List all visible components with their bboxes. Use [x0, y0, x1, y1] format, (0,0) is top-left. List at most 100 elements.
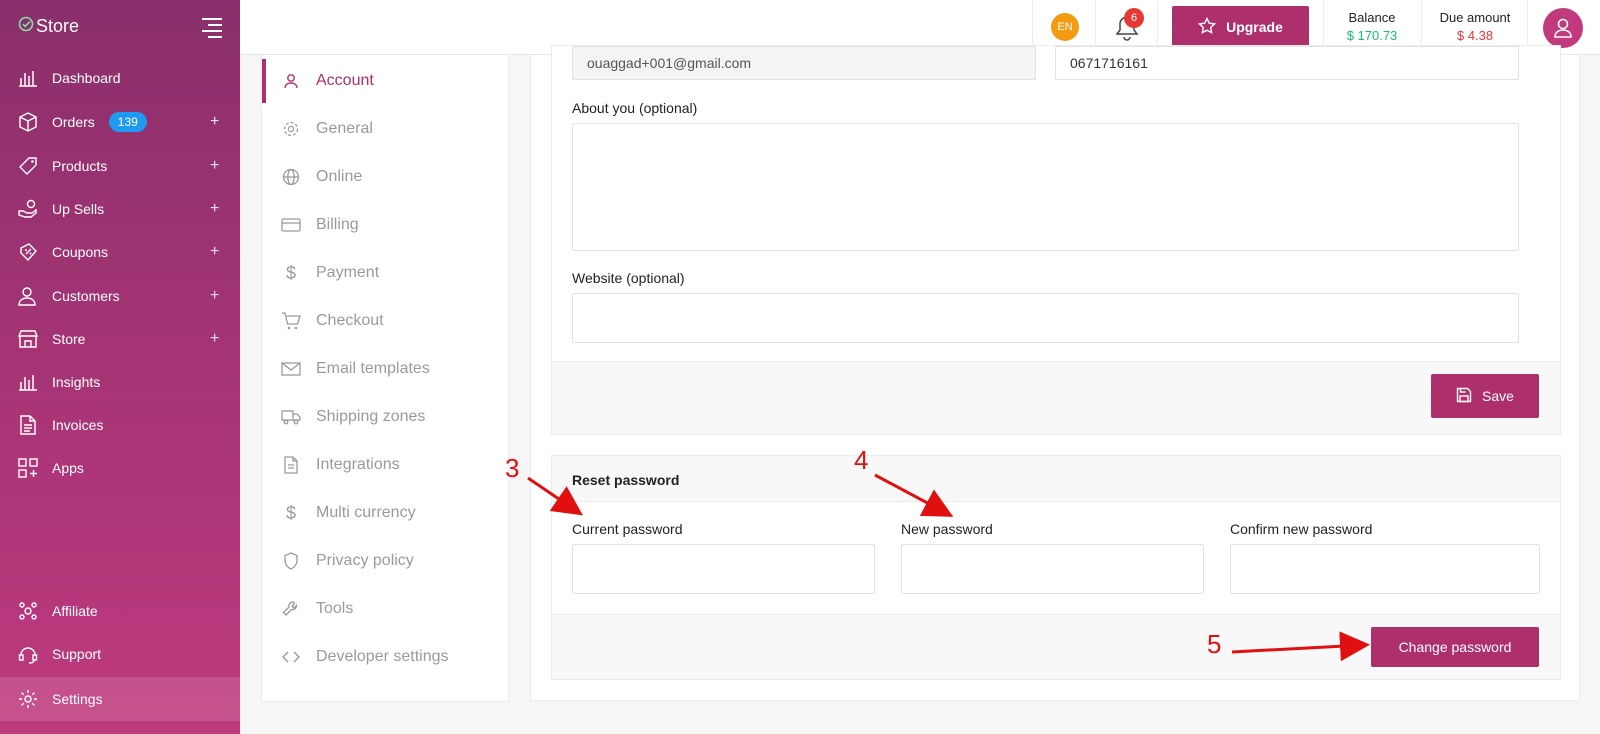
dollar-icon: $	[285, 262, 296, 283]
save-icon	[1456, 387, 1472, 406]
hand-coins-icon	[18, 199, 38, 219]
settings-item-label: Integrations	[316, 456, 400, 473]
settings-item-multi-currency[interactable]: $ Multi currency	[262, 491, 508, 535]
expand-plus-icon[interactable]: +	[210, 330, 219, 348]
annotation-step-5: 5	[1207, 629, 1222, 659]
expand-plus-icon[interactable]: +	[210, 287, 219, 305]
document-icon	[18, 415, 38, 435]
storefront-icon	[18, 329, 38, 349]
sidebar-item-coupons[interactable]: Coupons +	[0, 232, 240, 272]
save-label: Save	[1482, 388, 1514, 404]
menu-toggle-icon[interactable]	[202, 18, 222, 38]
users-icon	[18, 286, 38, 306]
check-icon	[18, 16, 34, 37]
due-amount-value: $ 4.38	[1456, 28, 1494, 43]
tag-icon	[18, 156, 38, 176]
new-password-field[interactable]	[901, 544, 1204, 594]
settings-item-billing[interactable]: Billing	[262, 203, 508, 247]
sidebar-item-customers[interactable]: Customers +	[0, 276, 240, 316]
settings-item-label: Billing	[316, 216, 359, 233]
orders-count-badge: 139	[108, 112, 147, 132]
credit-card-icon	[280, 217, 302, 233]
sidebar-item-apps[interactable]: Apps	[0, 448, 240, 488]
settings-item-tools[interactable]: Tools	[262, 587, 508, 631]
sidebar-item-invoices[interactable]: Invoices	[0, 405, 240, 445]
settings-item-label: Privacy policy	[316, 552, 414, 569]
confirm-password-field[interactable]	[1230, 544, 1540, 594]
settings-item-payment[interactable]: $ Payment	[262, 251, 508, 295]
avatar[interactable]	[1543, 8, 1583, 48]
phone-field[interactable]	[1055, 46, 1519, 80]
sidebar-item-settings[interactable]: Settings	[0, 677, 240, 721]
settings-item-online[interactable]: Online	[262, 155, 508, 199]
settings-nav: Account General Online Billing $ Payment…	[261, 55, 509, 702]
settings-item-label: Online	[316, 168, 363, 185]
settings-item-checkout[interactable]: Checkout	[262, 299, 508, 343]
sidebar-item-label: Customers	[52, 288, 120, 304]
language-switcher[interactable]: EN	[1051, 13, 1079, 41]
sidebar-item-orders[interactable]: Orders 139 +	[0, 102, 240, 142]
settings-item-label: Checkout	[316, 312, 384, 329]
apps-grid-icon	[18, 458, 38, 478]
sidebar-item-label: Settings	[52, 691, 103, 707]
sidebar-item-label: Up Sells	[52, 201, 105, 217]
sidebar-item-up-sells[interactable]: Up Sells +	[0, 189, 240, 229]
current-password-label: Current password	[572, 521, 683, 537]
upgrade-button[interactable]: Upgrade	[1172, 6, 1309, 48]
app-logo[interactable]: Store	[18, 16, 79, 37]
website-field[interactable]	[572, 293, 1519, 343]
about-textarea[interactable]	[572, 123, 1519, 251]
settings-item-label: Shipping zones	[316, 408, 426, 425]
settings-item-label: Email templates	[316, 360, 430, 377]
cart-icon	[280, 312, 302, 330]
sidebar-item-store[interactable]: Store +	[0, 319, 240, 359]
reset-password-header: Reset password	[552, 456, 1560, 502]
balance-value: $ 170.73	[1346, 28, 1398, 43]
truck-icon	[280, 409, 302, 425]
settings-item-developer-settings[interactable]: Developer settings	[262, 635, 508, 679]
account-settings-main: About you (optional) Website (optional) …	[530, 45, 1580, 701]
account-card-footer: Save	[552, 361, 1560, 434]
chart-bar-icon	[18, 68, 38, 88]
expand-plus-icon[interactable]: +	[210, 243, 219, 261]
shield-icon	[280, 552, 302, 570]
settings-item-label: Payment	[316, 264, 380, 281]
balance-display: Balance $ 170.73	[1330, 10, 1414, 43]
expand-plus-icon[interactable]: +	[210, 200, 219, 218]
change-password-button[interactable]: Change password	[1371, 627, 1539, 667]
settings-item-shipping-zones[interactable]: Shipping zones	[262, 395, 508, 439]
settings-item-email-templates[interactable]: Email templates	[262, 347, 508, 391]
email-field[interactable]	[572, 46, 1036, 80]
settings-item-label: Account	[316, 72, 374, 89]
expand-plus-icon[interactable]: +	[210, 113, 219, 131]
sidebar-item-affiliate[interactable]: Affiliate	[0, 591, 240, 631]
sidebar-item-label: Dashboard	[52, 70, 121, 86]
expand-plus-icon[interactable]: +	[210, 157, 219, 175]
settings-item-general[interactable]: General	[262, 107, 508, 151]
sidebar-item-label: Insights	[52, 374, 101, 390]
sidebar-item-support[interactable]: Support	[0, 634, 240, 674]
website-label: Website (optional)	[572, 270, 685, 286]
confirm-password-label: Confirm new password	[1230, 521, 1373, 537]
sidebar-item-label: Store	[52, 331, 86, 347]
upgrade-label: Upgrade	[1226, 19, 1283, 35]
sidebar-item-label: Apps	[52, 460, 84, 476]
settings-item-integrations[interactable]: Integrations	[262, 443, 508, 487]
about-label: About you (optional)	[572, 100, 698, 116]
gear-icon	[280, 120, 302, 138]
reset-password-title: Reset password	[572, 472, 680, 488]
due-amount-label: Due amount	[1439, 10, 1511, 25]
reset-card-footer: Change password	[552, 614, 1560, 679]
current-password-field[interactable]	[572, 544, 875, 594]
settings-item-privacy-policy[interactable]: Privacy policy	[262, 539, 508, 583]
gear-icon	[18, 689, 38, 709]
sidebar-item-dashboard[interactable]: Dashboard	[0, 58, 240, 98]
sidebar-item-label: Products	[52, 158, 108, 174]
save-button[interactable]: Save	[1431, 374, 1539, 418]
headset-icon	[18, 644, 38, 664]
settings-item-label: Multi currency	[316, 504, 416, 521]
sidebar-item-products[interactable]: Products +	[0, 146, 240, 186]
settings-item-account[interactable]: Account	[262, 59, 508, 103]
sidebar-item-insights[interactable]: Insights	[0, 362, 240, 402]
new-password-label: New password	[901, 521, 993, 537]
